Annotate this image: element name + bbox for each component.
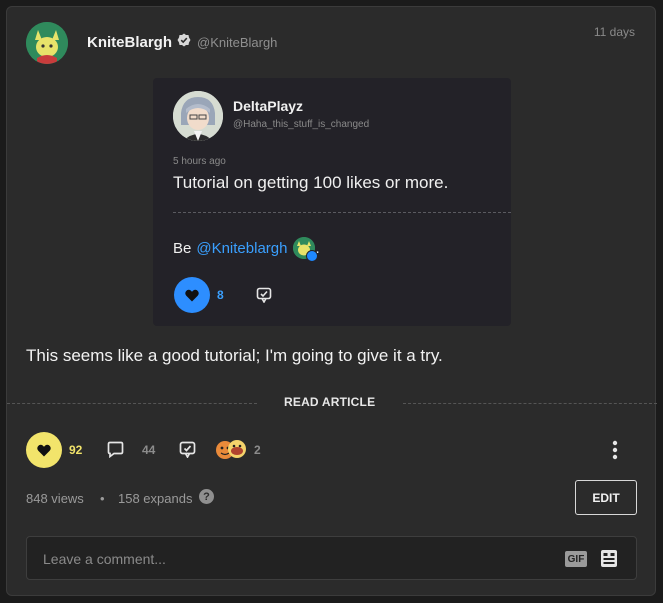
- embed-title[interactable]: Tutorial on getting 100 likes or more.: [173, 173, 448, 193]
- comment-count: 44: [142, 443, 156, 457]
- embed-author-handle[interactable]: @Haha_this_stuff_is_changed: [233, 119, 369, 130]
- meta-separator: •: [100, 491, 105, 506]
- reaction-count: 2: [254, 443, 261, 457]
- heart-icon: [185, 289, 199, 301]
- comment-composer[interactable]: GIF: [26, 536, 637, 580]
- sticker-icon[interactable]: [600, 549, 618, 568]
- share-icon[interactable]: [179, 441, 196, 458]
- post-timestamp: 11 days: [593, 25, 635, 39]
- embed-timestamp: 5 hours ago: [173, 156, 226, 167]
- comment-card: KniteBlargh @KniteBlargh 11 days DeltaPl…: [6, 6, 657, 596]
- verified-icon: [177, 33, 191, 47]
- embedded-deviation[interactable]: DeltaPlayz @Haha_this_stuff_is_changed 5…: [153, 78, 511, 326]
- author-avatar[interactable]: [26, 22, 68, 64]
- reactions-icon[interactable]: [214, 437, 248, 461]
- more-options-icon[interactable]: [611, 439, 619, 461]
- author-name[interactable]: KniteBlargh: [87, 34, 172, 51]
- embed-like-count: 8: [217, 288, 224, 302]
- view-count: 848 views: [26, 491, 84, 506]
- embed-body: Be @Kniteblargh .: [173, 237, 320, 262]
- edit-button[interactable]: EDIT: [575, 480, 637, 515]
- embed-author-avatar[interactable]: [173, 91, 223, 141]
- expand-count: 158 expands: [118, 491, 193, 506]
- verified-badge-icon: [306, 250, 319, 262]
- author-handle[interactable]: @KniteBlargh: [197, 35, 277, 50]
- embed-divider: [173, 212, 511, 213]
- comment-input[interactable]: [43, 549, 543, 569]
- read-article-divider-left: [7, 403, 257, 404]
- help-icon[interactable]: ?: [199, 489, 214, 504]
- like-count: 92: [69, 443, 83, 457]
- mention-link[interactable]: @Kniteblargh: [196, 240, 287, 257]
- mention-avatar: [293, 237, 319, 262]
- read-article-link[interactable]: READ ARTICLE: [284, 395, 375, 409]
- like-button[interactable]: [26, 432, 62, 468]
- embed-like-button[interactable]: [174, 277, 210, 313]
- comment-icon[interactable]: [107, 441, 124, 458]
- heart-icon: [37, 444, 51, 456]
- share-icon[interactable]: [256, 287, 272, 303]
- embed-body-prefix: Be: [173, 239, 192, 257]
- read-article-divider-right: [403, 403, 657, 404]
- comment-body: This seems like a good tutorial; I'm goi…: [26, 346, 443, 365]
- gif-icon[interactable]: GIF: [565, 551, 587, 567]
- embed-author-name[interactable]: DeltaPlayz: [233, 98, 303, 114]
